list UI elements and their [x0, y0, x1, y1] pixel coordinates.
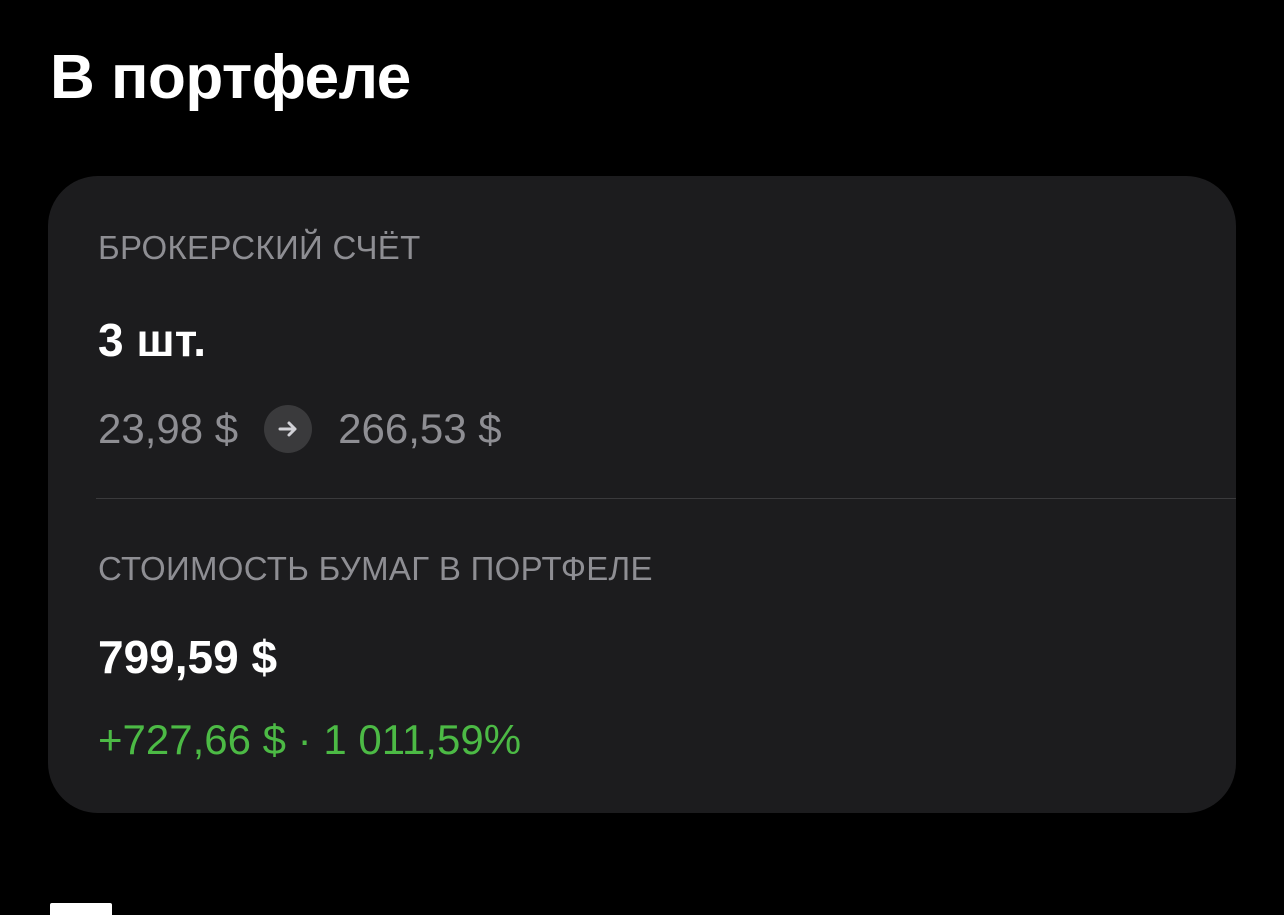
price-change-row: 23,98 $ 266,53 $	[98, 401, 502, 457]
next-section-heading-cropped	[50, 903, 112, 915]
page-title: В портфеле	[50, 43, 411, 112]
gain-separator: ·	[286, 716, 324, 763]
gain-amount: +727,66 $	[98, 716, 287, 763]
portfolio-card[interactable]: БРОКЕРСКИЙ СЧЁТ 3 шт. 23,98 $ 266,53 $ С…	[48, 176, 1236, 813]
brokerage-account-label: БРОКЕРСКИЙ СЧЁТ	[98, 229, 421, 266]
average-price: 23,98 $	[98, 405, 239, 452]
quantity-value: 3 шт.	[98, 314, 206, 366]
securities-value: 799,59 $	[98, 631, 278, 683]
gain-row: +727,66 $ · 1 011,59%	[98, 712, 521, 768]
current-price: 266,53 $	[338, 405, 502, 452]
arrow-right-icon	[264, 405, 313, 453]
divider	[96, 498, 1236, 499]
gain-percent: 1 011,59%	[323, 716, 522, 763]
securities-value-label: СТОИМОСТЬ БУМАГ В ПОРТФЕЛЕ	[98, 550, 653, 587]
